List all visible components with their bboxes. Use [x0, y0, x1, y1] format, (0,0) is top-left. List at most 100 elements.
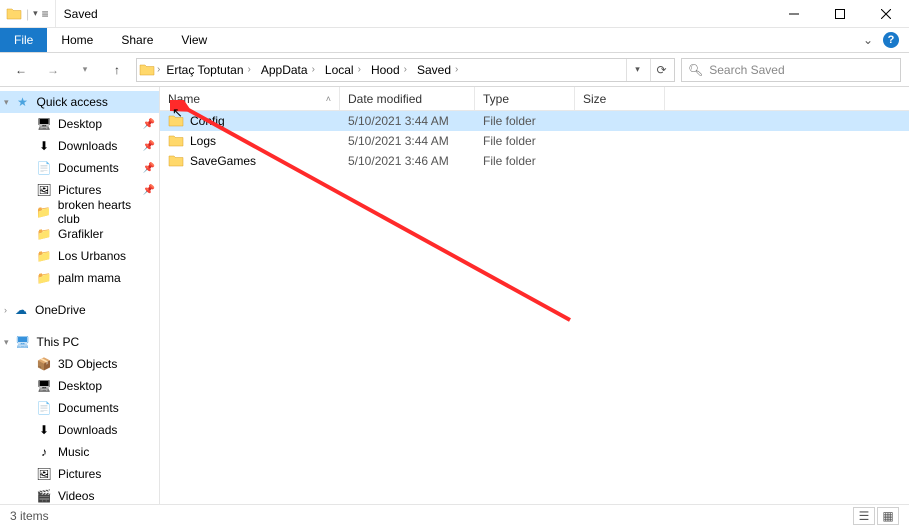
address-bar[interactable]: › Ertaç Toptutan › AppData › Local › Hoo…: [136, 58, 675, 82]
breadcrumb-segment[interactable]: Ertaç Toptutan ›: [162, 59, 255, 81]
3d-icon: 📦: [36, 356, 52, 372]
sidebar-item-label: broken hearts club: [58, 198, 155, 226]
sidebar-item[interactable]: 📁Los Urbanos: [0, 245, 159, 267]
window-title: Saved: [55, 0, 771, 27]
sidebar-this-pc[interactable]: ▾ 🖥 This PC: [0, 331, 159, 353]
sidebar-item[interactable]: 📁broken hearts club: [0, 201, 159, 223]
up-button[interactable]: ↑: [104, 57, 130, 83]
tab-home[interactable]: Home: [47, 28, 107, 52]
document-icon: 📄: [36, 400, 52, 416]
search-input[interactable]: 🔍︎ Search Saved: [681, 58, 901, 82]
sidebar-item-label: Los Urbanos: [58, 249, 126, 263]
file-name: Logs: [190, 134, 216, 148]
folder-icon: [168, 153, 184, 169]
tab-view[interactable]: View: [167, 28, 221, 52]
breadcrumb-segment[interactable]: AppData ›: [257, 59, 319, 81]
pin-icon: 📌: [143, 119, 155, 130]
sidebar-item-label: Music: [58, 445, 89, 459]
forward-button[interactable]: →: [40, 57, 66, 83]
sidebar-item[interactable]: 📁 Grafikler: [0, 223, 159, 245]
view-icons-button[interactable]: ▦: [877, 507, 899, 525]
ribbon-collapse-icon[interactable]: ⌄: [863, 33, 873, 47]
file-name: SaveGames: [190, 154, 256, 168]
status-bar: 3 items ☰ ▦: [0, 504, 909, 527]
qat-dropdown-icon[interactable]: ▾: [33, 8, 38, 19]
navigation-pane: ▾ ★ Quick access 🖥Desktop📌⬇Downloads📌📄Do…: [0, 87, 160, 504]
monitor-icon: 🖥: [15, 334, 31, 350]
sidebar-item[interactable]: 📦 3D Objects: [0, 353, 159, 375]
refresh-button[interactable]: ⟳: [650, 59, 672, 81]
search-icon: 🔍︎: [688, 63, 703, 77]
download-icon: ⬇: [36, 422, 52, 438]
column-size[interactable]: Size: [575, 87, 665, 110]
breadcrumb-segment[interactable]: Hood ›: [367, 59, 411, 81]
sidebar-item-label: Pictures: [58, 183, 101, 197]
view-details-button[interactable]: ☰: [853, 507, 875, 525]
music-icon: ♪: [36, 444, 52, 460]
sidebar-item[interactable]: ♪ Music: [0, 441, 159, 463]
sidebar-item[interactable]: 🖥Desktop📌: [0, 113, 159, 135]
sidebar-item-label: Downloads: [58, 423, 117, 437]
download-icon: ⬇: [36, 138, 52, 154]
file-row[interactable]: Config 5/10/2021 3:44 AMFile folder: [160, 111, 909, 131]
file-row[interactable]: SaveGames 5/10/2021 3:46 AMFile folder: [160, 151, 909, 171]
recent-dropdown-icon[interactable]: ▾: [72, 57, 98, 83]
sidebar-item-label: Downloads: [58, 139, 117, 153]
file-type: File folder: [475, 154, 575, 168]
sidebar-item[interactable]: 🖼Pictures: [0, 463, 159, 485]
minimize-button[interactable]: [771, 0, 817, 27]
column-type[interactable]: Type: [475, 87, 575, 110]
close-button[interactable]: [863, 0, 909, 27]
sidebar-item[interactable]: 📄Documents: [0, 397, 159, 419]
ribbon-tabs: File Home Share View ⌄ ?: [0, 28, 909, 53]
file-name: Config: [190, 114, 225, 128]
breadcrumb-segment[interactable]: Local ›: [321, 59, 365, 81]
video-icon: 🎬: [36, 488, 52, 504]
navigation-bar: ← → ▾ ↑ › Ertaç Toptutan › AppData › Loc…: [0, 53, 909, 87]
address-dropdown-icon[interactable]: ▾: [626, 59, 648, 81]
column-date[interactable]: Date modified: [340, 87, 475, 110]
picture-icon: 🖼: [36, 182, 52, 198]
file-view: Name˄ Date modified Type Size Config 5/10…: [160, 87, 909, 504]
folder-icon: [168, 133, 184, 149]
chevron-down-icon[interactable]: ▾: [4, 97, 9, 108]
pin-icon: 📌: [143, 185, 155, 196]
qat-overflow[interactable]: ≡: [42, 7, 49, 21]
sidebar-quick-access[interactable]: ▾ ★ Quick access: [0, 91, 159, 113]
chevron-right-icon[interactable]: ›: [4, 305, 7, 315]
folder-icon: [6, 6, 22, 22]
file-date: 5/10/2021 3:46 AM: [340, 154, 475, 168]
file-date: 5/10/2021 3:44 AM: [340, 114, 475, 128]
tab-share[interactable]: Share: [107, 28, 167, 52]
back-button[interactable]: ←: [8, 57, 34, 83]
sidebar-item[interactable]: 🎬 Videos: [0, 485, 159, 504]
pin-icon: 📌: [143, 163, 155, 174]
sidebar-item[interactable]: 🖥Desktop: [0, 375, 159, 397]
desktop-icon: 🖥: [36, 116, 52, 132]
sidebar-item[interactable]: 📄Documents📌: [0, 157, 159, 179]
sidebar-item-label: Pictures: [58, 467, 101, 481]
folder-icon: 📁: [36, 270, 52, 286]
sidebar-item[interactable]: ⬇ Downloads 📌: [0, 135, 159, 157]
chevron-right-icon[interactable]: ›: [157, 64, 160, 75]
maximize-button[interactable]: [817, 0, 863, 27]
sidebar-item[interactable]: ⬇ Downloads: [0, 419, 159, 441]
sidebar-onedrive[interactable]: › ☁ OneDrive: [0, 299, 159, 321]
folder-icon: 📁: [36, 226, 52, 242]
desktop-icon: 🖥: [36, 378, 52, 394]
sidebar-item-label: 3D Objects: [58, 357, 117, 371]
tab-file[interactable]: File: [0, 28, 47, 52]
file-type: File folder: [475, 114, 575, 128]
help-icon[interactable]: ?: [883, 32, 899, 48]
search-placeholder: Search Saved: [709, 63, 784, 77]
pin-icon: 📌: [143, 141, 155, 152]
column-name[interactable]: Name˄: [160, 87, 340, 110]
breadcrumb-segment[interactable]: Saved ›: [413, 59, 462, 81]
folder-icon: [139, 62, 155, 78]
sidebar-item[interactable]: 📁palm mama: [0, 267, 159, 289]
chevron-down-icon[interactable]: ▾: [4, 337, 9, 348]
sidebar-item-label: Grafikler: [58, 227, 103, 241]
sidebar-item-label: Videos: [58, 489, 94, 503]
file-row[interactable]: Logs5/10/2021 3:44 AMFile folder: [160, 131, 909, 151]
file-type: File folder: [475, 134, 575, 148]
